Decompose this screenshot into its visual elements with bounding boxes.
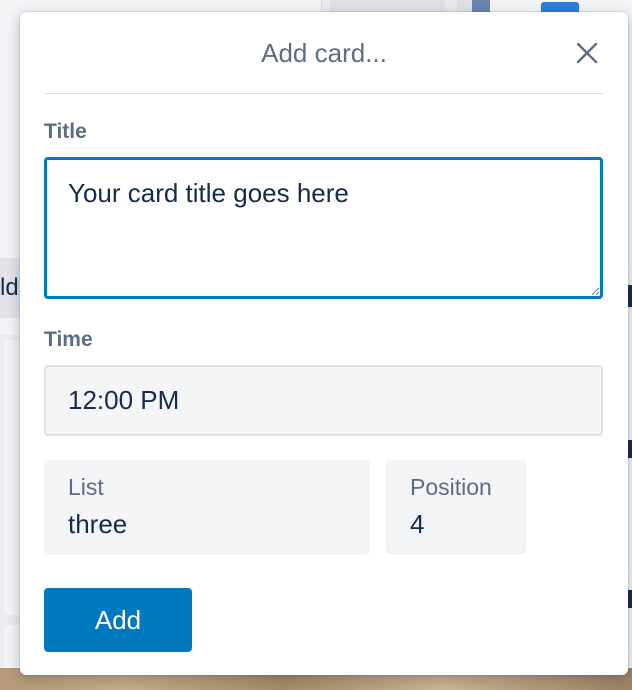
position-select[interactable]: Position 4 [386,460,526,555]
position-select-label: Position [410,474,492,500]
time-label: Time [44,328,93,351]
add-card-dialog: Add card... Title Your card title goes h… [20,12,628,675]
time-input[interactable] [44,365,603,436]
title-label: Title [44,120,87,143]
board-add-button-partial[interactable]: ld [0,258,22,318]
add-button[interactable]: Add [44,588,192,652]
close-button[interactable] [572,38,602,68]
position-select-value: 4 [410,509,425,539]
dialog-header: Add card... [44,12,604,94]
list-select-value: three [68,509,128,539]
dialog-title: Add card... [261,38,387,68]
list-select[interactable]: List three [44,460,370,555]
close-icon [576,42,598,64]
title-input[interactable]: Your card title goes here [44,157,603,299]
list-select-label: List [68,474,104,500]
